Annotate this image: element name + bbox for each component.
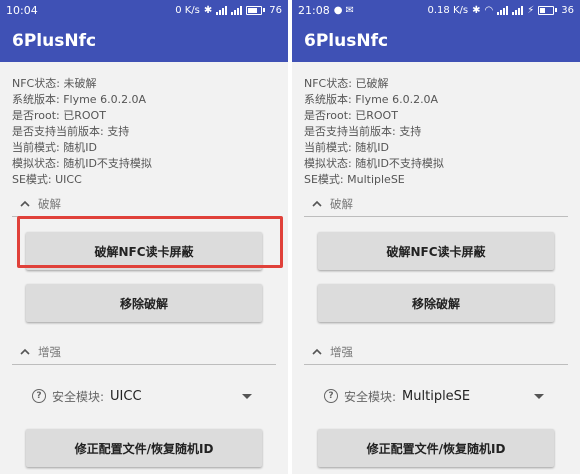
chevron-up-icon — [20, 200, 30, 207]
section-title-crack: 破解 — [38, 197, 61, 211]
dropdown-arrow-icon — [534, 393, 545, 399]
dropdown-arrow-icon — [242, 393, 253, 399]
security-module-select[interactable]: ? 安全模块: UICC — [12, 377, 276, 415]
status-bar: 21:08 ● ✉ 0.18 K/s ✱ ◠ ⚡ 36 — [292, 0, 580, 20]
section-header-enhance[interactable]: 增强 — [12, 340, 276, 365]
right-phone-screen: 21:08 ● ✉ 0.18 K/s ✱ ◠ ⚡ 36 6PlusNfc NFC… — [292, 0, 580, 474]
battery-icon — [246, 5, 266, 15]
section-title-enhance: 增强 — [330, 345, 353, 359]
app-title: 6PlusNfc — [0, 20, 288, 62]
info-support: 是否支持当前版本: 支持 — [12, 125, 130, 138]
chevron-up-icon — [312, 200, 322, 207]
crack-nfc-button[interactable]: 破解NFC读卡屏蔽 — [318, 232, 554, 270]
info-nfc-status: NFC状态: 未破解 — [12, 77, 97, 90]
info-se-mode: SE模式: UICC — [12, 173, 82, 186]
info-se-mode: SE模式: MultipleSE — [304, 173, 405, 186]
info-system-version: 系统版本: Flyme 6.0.2.0A — [304, 93, 439, 106]
info-root: 是否root: 已ROOT — [12, 109, 106, 122]
info-list: NFC状态: 已破解 系统版本: Flyme 6.0.2.0A 是否root: … — [304, 76, 568, 188]
net-speed: 0 K/s — [175, 4, 200, 16]
section-header-crack[interactable]: 破解 — [12, 192, 276, 217]
battery-percent: 36 — [561, 4, 574, 16]
left-phone-screen: 10:04 0 K/s ✱ 76 6PlusNfc NFC状态: 未破解 系统版… — [0, 0, 288, 474]
fix-config-button[interactable]: 修正配置文件/恢复随机ID — [26, 429, 262, 467]
chevron-up-icon — [20, 348, 30, 355]
info-list: NFC状态: 未破解 系统版本: Flyme 6.0.2.0A 是否root: … — [12, 76, 276, 188]
security-module-value: UICC — [110, 388, 142, 404]
red-highlight-box — [17, 216, 283, 268]
section-header-enhance[interactable]: 增强 — [304, 340, 568, 365]
info-root: 是否root: 已ROOT — [304, 109, 398, 122]
info-emulation: 模拟状态: 随机ID不支持模拟 — [12, 157, 152, 170]
section-title-crack: 破解 — [330, 197, 353, 211]
charging-icon: ⚡ — [527, 4, 535, 16]
bluetooth-icon: ✱ — [203, 4, 213, 16]
status-time: 21:08 — [298, 3, 330, 17]
section-header-crack[interactable]: 破解 — [304, 192, 568, 217]
info-mode: 当前模式: 随机ID — [304, 141, 389, 154]
status-bar: 10:04 0 K/s ✱ 76 — [0, 0, 288, 20]
app-title: 6PlusNfc — [292, 20, 580, 62]
security-module-label: 安全模块: — [344, 389, 397, 404]
status-time: 10:04 — [6, 3, 38, 17]
info-support: 是否支持当前版本: 支持 — [304, 125, 422, 138]
security-module-label: 安全模块: — [52, 389, 105, 404]
security-module-select[interactable]: ? 安全模块: MultipleSE — [304, 377, 568, 415]
chevron-up-icon — [312, 348, 322, 355]
help-icon: ? — [324, 389, 338, 403]
info-system-version: 系统版本: Flyme 6.0.2.0A — [12, 93, 147, 106]
signal-icon — [497, 5, 509, 15]
remove-crack-button[interactable]: 移除破解 — [318, 284, 554, 322]
info-mode: 当前模式: 随机ID — [12, 141, 97, 154]
fix-config-button[interactable]: 修正配置文件/恢复随机ID — [318, 429, 554, 467]
info-emulation: 模拟状态: 随机ID不支持模拟 — [304, 157, 444, 170]
bluetooth-icon: ✱ — [472, 4, 481, 16]
section-title-enhance: 增强 — [38, 345, 61, 359]
remove-crack-button[interactable]: 移除破解 — [26, 284, 262, 322]
signal-icon-2 — [231, 5, 243, 15]
chat-icon: ● — [333, 4, 343, 16]
signal-icon-2 — [512, 5, 524, 15]
info-nfc-status: NFC状态: 已破解 — [304, 77, 389, 90]
battery-icon — [538, 5, 558, 15]
signal-icon — [216, 5, 228, 15]
security-module-value: MultipleSE — [402, 388, 471, 404]
battery-percent: 76 — [269, 4, 282, 16]
wifi-icon: ◠ — [484, 4, 494, 16]
mail-icon: ✉ — [345, 4, 354, 16]
help-icon: ? — [32, 389, 46, 403]
net-speed: 0.18 K/s — [427, 4, 469, 16]
